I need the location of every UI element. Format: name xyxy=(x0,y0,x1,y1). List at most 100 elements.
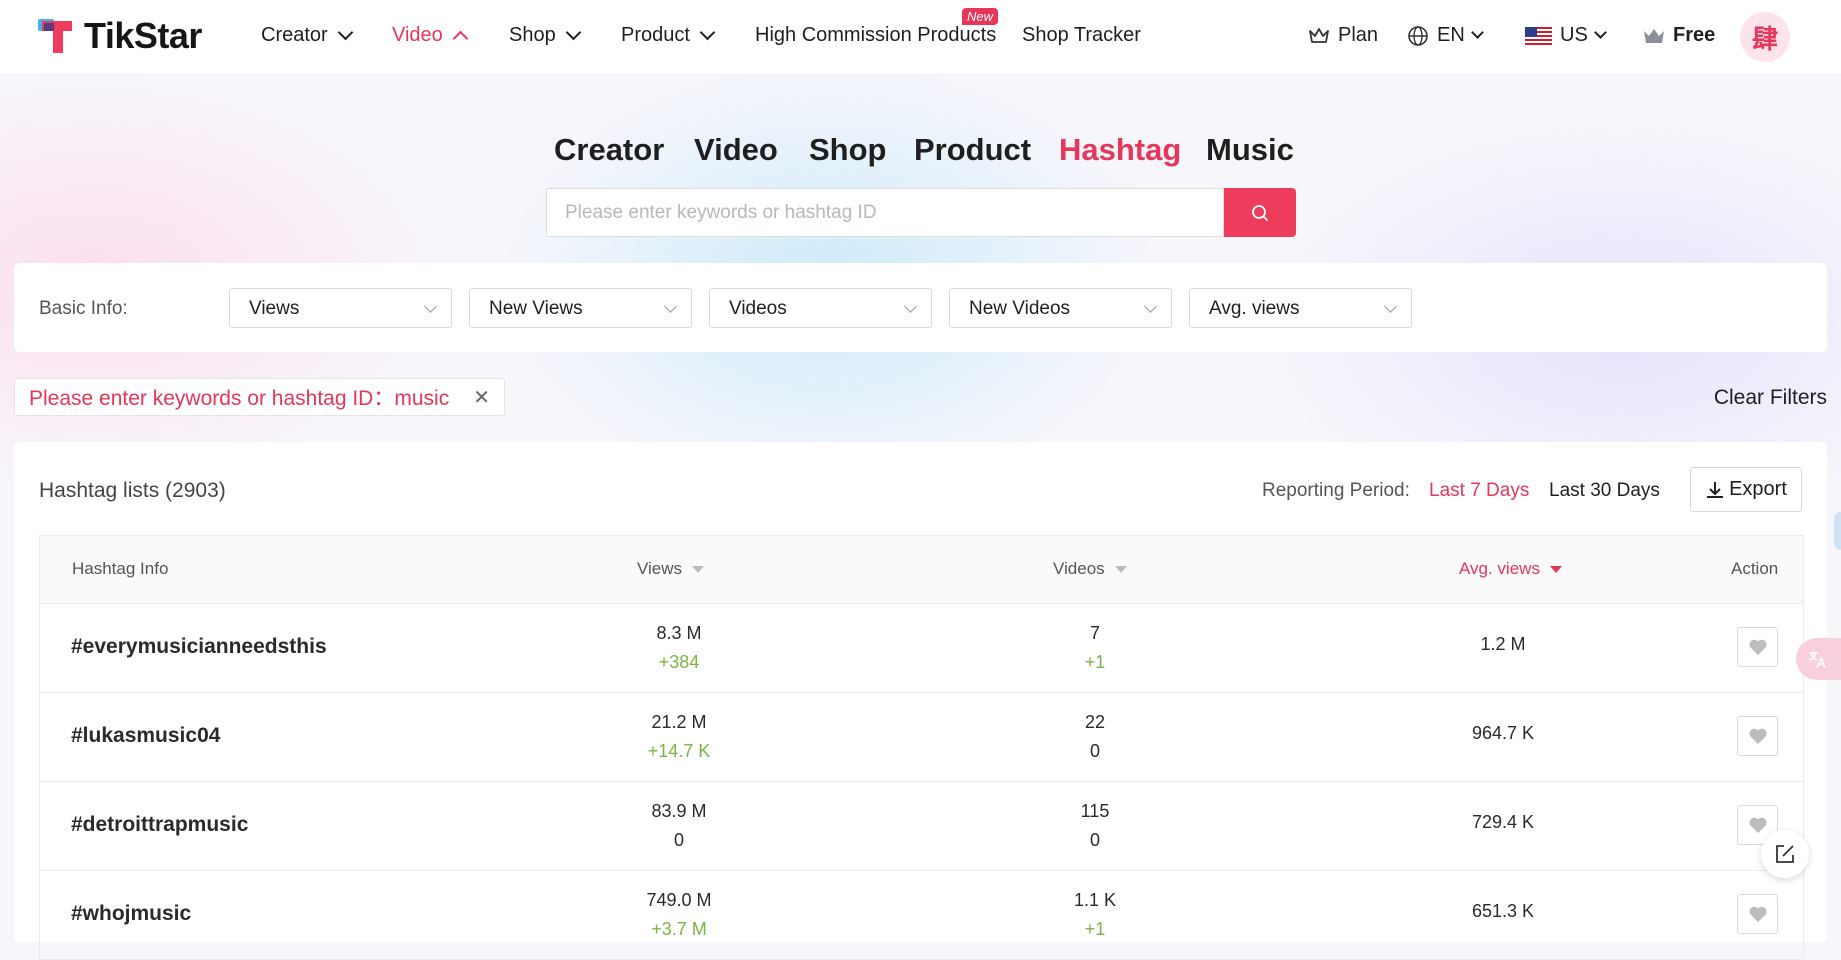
hashtag-list-card: Hashtag lists (2903) Reporting Period: L… xyxy=(14,442,1827,960)
nav-video[interactable]: Video xyxy=(392,24,469,47)
chevron-down-icon xyxy=(1470,26,1484,39)
videos-cell: 1.1 K +1 xyxy=(995,886,1195,944)
hashtag-name[interactable]: #everymusicianneedsthis xyxy=(71,635,327,659)
views-delta: +384 xyxy=(658,652,700,672)
crown-tier-icon xyxy=(1644,28,1664,43)
download-icon xyxy=(1707,481,1724,498)
views-value: 83.9 M xyxy=(651,801,707,821)
nav-shop-tracker[interactable]: Shop Tracker xyxy=(1022,24,1141,47)
table-row: #everymusicianneedsthis 8.3 M +384 7 +1 … xyxy=(40,604,1803,693)
new-videos-dropdown[interactable]: New Videos xyxy=(949,288,1172,328)
period-last-30-days[interactable]: Last 30 Days xyxy=(1549,480,1660,502)
filter-chip-text: Please enter keywords or hashtag ID：musi… xyxy=(29,382,449,412)
favorite-button[interactable] xyxy=(1737,716,1778,756)
tier-label: Free xyxy=(1673,24,1716,46)
crown-icon xyxy=(1309,27,1329,43)
favorite-button[interactable] xyxy=(1737,894,1778,934)
videos-delta: +1 xyxy=(1084,652,1106,672)
tikstar-logo-icon xyxy=(38,19,72,53)
views-dropdown[interactable]: Views xyxy=(229,288,452,328)
clear-filters-button[interactable]: Clear Filters xyxy=(1714,386,1827,410)
search-input[interactable]: Please enter keywords or hashtag ID xyxy=(546,188,1224,237)
tab-video[interactable]: Video xyxy=(694,132,778,168)
col-action: Action xyxy=(1731,559,1779,578)
language-label: EN xyxy=(1437,24,1465,46)
plan-link[interactable]: Plan xyxy=(1308,24,1378,47)
side-handle[interactable] xyxy=(1834,512,1841,550)
col-videos-sort[interactable]: Videos xyxy=(1053,559,1127,579)
avg-views-value: 964.7 K xyxy=(1471,723,1535,743)
avg-views-value: 1.2 M xyxy=(1480,634,1526,654)
plan-tier[interactable]: Free xyxy=(1643,24,1715,47)
tab-shop[interactable]: Shop xyxy=(809,132,887,168)
translate-icon xyxy=(1808,651,1826,669)
basic-info-panel: Basic Info: Views New Views Videos New V… xyxy=(14,263,1827,352)
table-header: Hashtag Info Views Videos Avg. views Act… xyxy=(40,536,1803,604)
views-delta: +14.7 K xyxy=(647,741,711,761)
views-value: 8.3 M xyxy=(656,623,702,643)
videos-dropdown[interactable]: Videos xyxy=(709,288,932,328)
translate-float-button[interactable] xyxy=(1796,638,1841,680)
videos-value: 7 xyxy=(1089,623,1100,643)
views-cell: 8.3 M +384 xyxy=(579,619,779,677)
table-row: #lukasmusic04 21.2 M +14.7 K 22 0 964.7 … xyxy=(40,693,1803,782)
language-selector[interactable]: EN xyxy=(1407,24,1484,47)
videos-delta: 0 xyxy=(1089,830,1100,850)
col-views-sort[interactable]: Views xyxy=(637,559,705,579)
filter-chip-value: music xyxy=(394,387,450,410)
avg-views-dropdown[interactable]: Avg. views xyxy=(1189,288,1412,328)
chevron-down-icon xyxy=(424,300,437,313)
plan-label: Plan xyxy=(1338,24,1379,46)
region-label: US xyxy=(1560,24,1588,46)
nav-shop[interactable]: Shop xyxy=(509,24,581,47)
views-dropdown-value: Views xyxy=(249,298,300,319)
hashtag-name[interactable]: #detroittrapmusic xyxy=(71,813,248,837)
heart-icon xyxy=(1748,906,1767,922)
col-videos-label: Videos xyxy=(1053,559,1105,578)
us-flag-icon xyxy=(1525,26,1552,45)
period-last-7-days[interactable]: Last 7 Days xyxy=(1429,480,1529,502)
chevron-down-icon xyxy=(1144,300,1157,313)
nav-product[interactable]: Product xyxy=(621,24,716,47)
chevron-down-icon xyxy=(565,24,581,41)
region-selector[interactable]: US xyxy=(1525,24,1607,47)
nav-high-commission-products[interactable]: High Commission Products xyxy=(755,24,996,47)
videos-cell: 7 +1 xyxy=(995,619,1195,677)
views-cell: 749.0 M +3.7 M xyxy=(579,886,779,944)
tikstar-logo[interactable]: TikStar xyxy=(38,15,202,56)
hashtag-name[interactable]: #lukasmusic04 xyxy=(71,724,220,748)
tab-music[interactable]: Music xyxy=(1206,132,1294,168)
col-avg-views-sort[interactable]: Avg. views xyxy=(1459,559,1562,579)
sort-caret-icon xyxy=(1114,565,1127,573)
tab-hashtag[interactable]: Hashtag xyxy=(1059,132,1181,168)
videos-cell: 115 0 xyxy=(995,797,1195,855)
avg-views-dropdown-value: Avg. views xyxy=(1209,298,1300,319)
feedback-float-button[interactable] xyxy=(1761,830,1809,878)
chevron-down-icon xyxy=(1384,300,1397,313)
tab-product[interactable]: Product xyxy=(914,132,1031,168)
heart-icon xyxy=(1748,817,1767,833)
nav-creator[interactable]: Creator xyxy=(261,24,353,47)
videos-value: 115 xyxy=(1080,801,1110,821)
new-badge: New xyxy=(962,8,999,25)
hashtag-name[interactable]: #whojmusic xyxy=(71,902,191,926)
views-delta: +3.7 M xyxy=(651,919,707,939)
videos-delta: +1 xyxy=(1084,919,1106,939)
tab-creator[interactable]: Creator xyxy=(554,132,664,168)
export-button[interactable]: Export xyxy=(1690,467,1802,512)
nav-shop-tracker-label: Shop Tracker xyxy=(1022,24,1141,46)
reporting-period-label: Reporting Period: xyxy=(1262,480,1410,501)
sort-caret-active-icon xyxy=(1549,565,1562,573)
search-button[interactable] xyxy=(1224,188,1296,237)
table-row: #whojmusic 749.0 M +3.7 M 1.1 K +1 651.3… xyxy=(40,871,1803,960)
basic-info-label: Basic Info: xyxy=(39,298,128,319)
videos-value: 1.1 K xyxy=(1073,890,1117,910)
chevron-down-icon xyxy=(1593,26,1607,39)
favorite-button[interactable] xyxy=(1737,627,1778,667)
views-value: 21.2 M xyxy=(651,712,707,732)
new-views-dropdown[interactable]: New Views xyxy=(469,288,692,328)
videos-value: 22 xyxy=(1084,712,1106,732)
close-icon[interactable]: ✕ xyxy=(473,385,490,410)
avatar[interactable]: 肆 xyxy=(1740,12,1790,62)
views-cell: 83.9 M 0 xyxy=(579,797,779,855)
